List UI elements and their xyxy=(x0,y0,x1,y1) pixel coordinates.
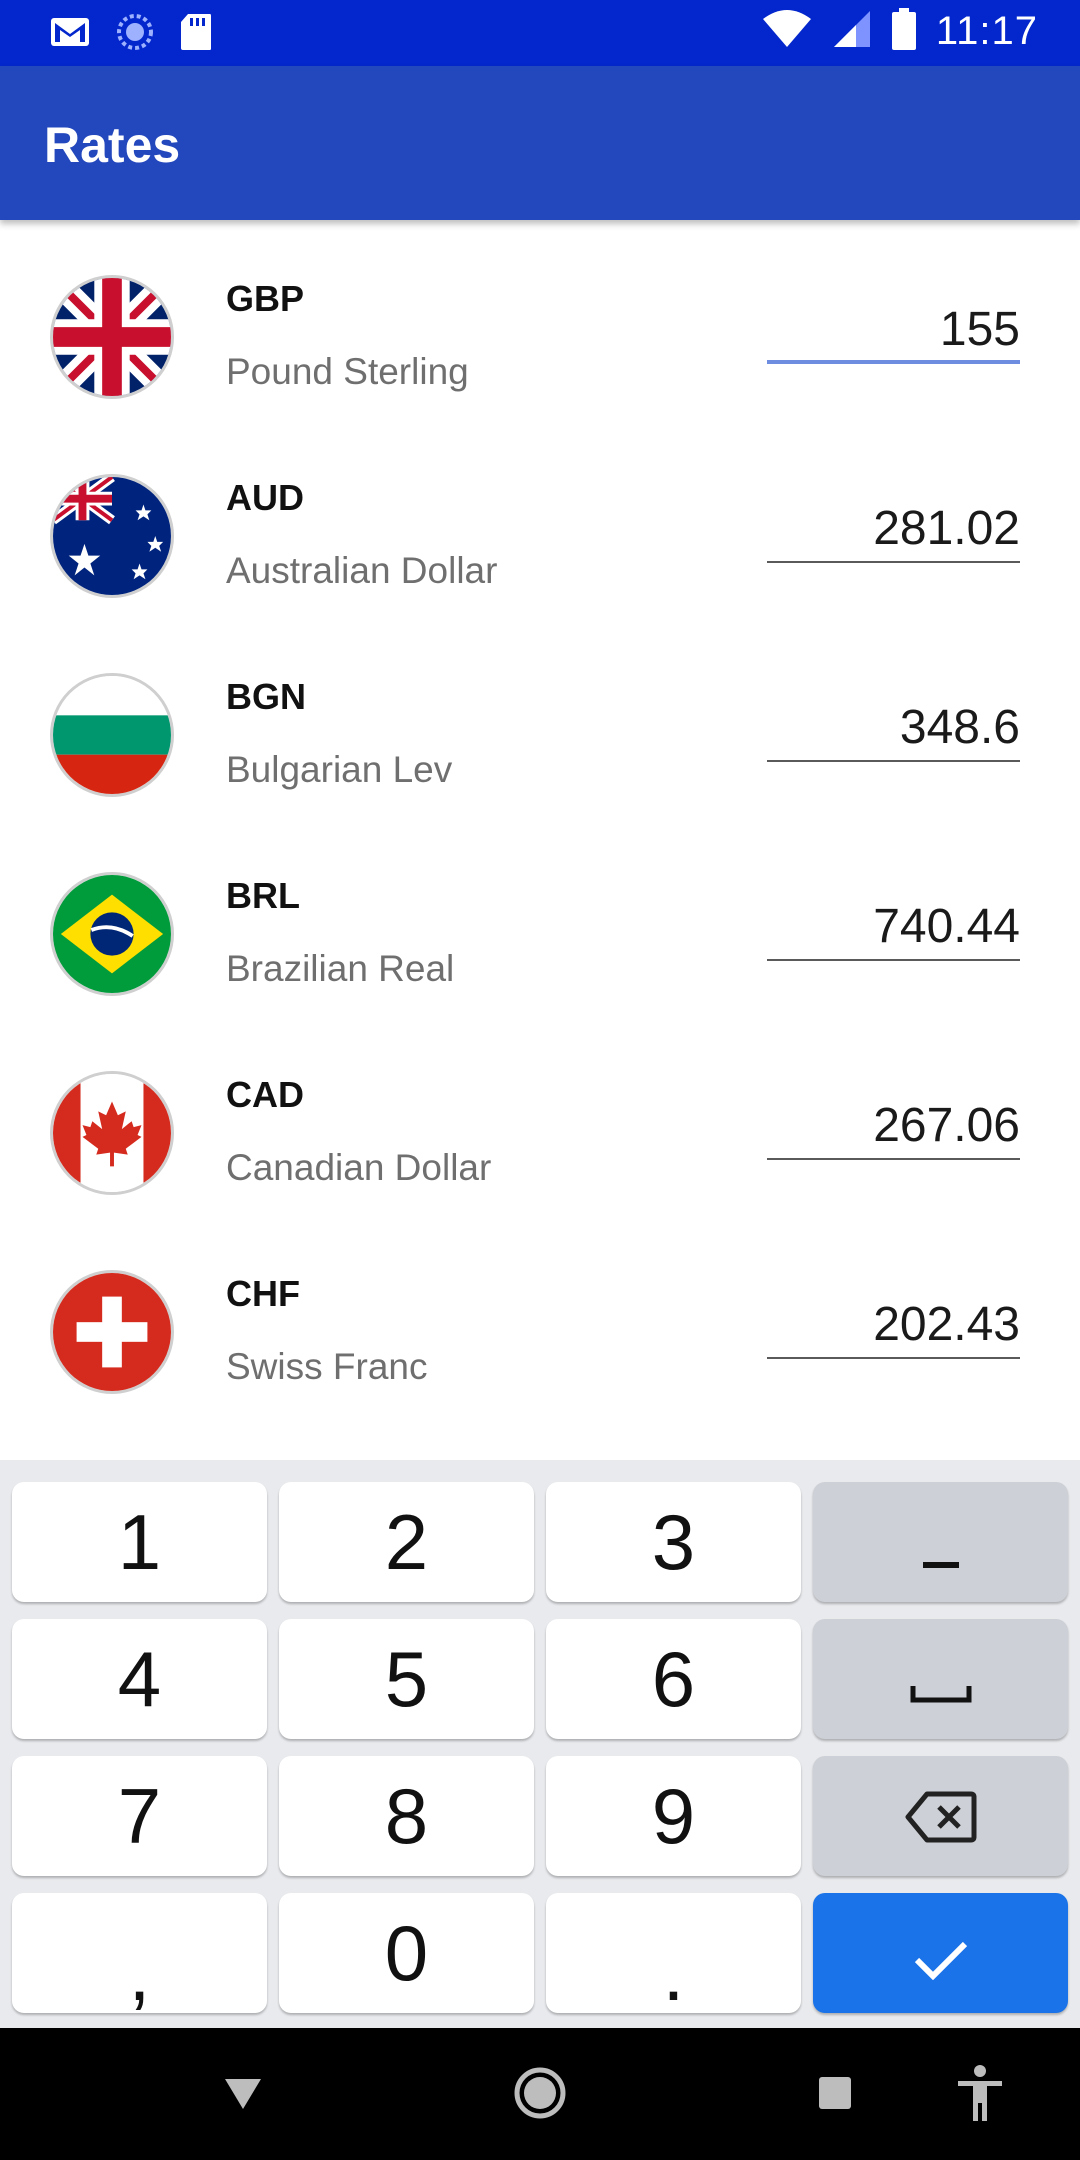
list-item[interactable]: BGN Bulgarian Lev 348.6 xyxy=(0,618,1080,817)
space-key[interactable] xyxy=(813,1619,1068,1739)
currency-name: Brazilian Real xyxy=(226,948,455,989)
comma-label: , xyxy=(128,1928,151,2017)
list-item[interactable]: BRL Brazilian Real 740.44 xyxy=(0,817,1080,1016)
list-item[interactable]: GBP Pound Sterling 155 xyxy=(0,220,1080,419)
currency-code: BRL xyxy=(226,875,300,916)
key-3[interactable]: 3 xyxy=(546,1482,801,1602)
currency-code: AUD xyxy=(226,477,304,518)
canada-flag-icon xyxy=(50,1071,174,1195)
period-label: . xyxy=(662,1928,685,2017)
checkmark-icon xyxy=(913,1908,969,1999)
currency-code: CAD xyxy=(226,1074,304,1115)
done-key[interactable] xyxy=(813,1893,1068,2013)
key-1[interactable]: 1 xyxy=(12,1482,267,1602)
home-icon[interactable] xyxy=(505,2058,575,2128)
currency-code: GBP xyxy=(226,278,305,319)
list-item[interactable]: CAD Canadian Dollar 267.06 xyxy=(0,1016,1080,1215)
list-item[interactable]: CHF Swiss Franc 202.43 xyxy=(0,1215,1080,1414)
comma-key[interactable]: , xyxy=(12,1893,267,2017)
key-9[interactable]: 9 xyxy=(546,1756,801,1876)
numeric-keyboard: 1 2 3 4 5 6 7 8 9 , 0 . xyxy=(0,1460,1080,2028)
gmail-icon xyxy=(50,17,90,52)
space-icon xyxy=(909,1634,973,1725)
australia-flag-icon xyxy=(50,474,174,598)
currency-code: CHF xyxy=(226,1273,300,1314)
accessibility-icon[interactable] xyxy=(945,2058,1015,2128)
sync-icon xyxy=(116,13,154,56)
battery-icon xyxy=(891,8,916,55)
status-bar-notifications xyxy=(50,13,212,56)
currency-name: Swiss Franc xyxy=(226,1346,428,1387)
key-0[interactable]: 0 xyxy=(279,1893,534,2013)
minus-key[interactable] xyxy=(813,1482,1068,1602)
recents-icon[interactable] xyxy=(800,2058,870,2128)
list-item[interactable]: AUD Australian Dollar 281.02 xyxy=(0,419,1080,618)
currency-name: Canadian Dollar xyxy=(226,1147,492,1188)
clock: 11:17 xyxy=(935,9,1038,53)
minus-icon xyxy=(921,1497,961,1588)
key-6[interactable]: 6 xyxy=(546,1619,801,1739)
currency-name: Australian Dollar xyxy=(226,550,498,591)
backspace-key[interactable] xyxy=(813,1756,1068,1876)
signal-icon xyxy=(832,9,872,54)
currency-name: Bulgarian Lev xyxy=(226,749,453,790)
amount-input[interactable]: 155 xyxy=(767,300,1020,364)
page-title: Rates xyxy=(44,117,181,173)
key-8[interactable]: 8 xyxy=(279,1756,534,1876)
app-bar: Rates xyxy=(0,66,1080,220)
key-2[interactable]: 2 xyxy=(279,1482,534,1602)
currency-code: BGN xyxy=(226,676,306,717)
amount-input[interactable]: 267.06 xyxy=(767,1096,1020,1160)
sd-card-icon xyxy=(180,13,212,56)
status-bar-system: 11:17 xyxy=(762,8,1038,55)
rates-list[interactable]: GBP Pound Sterling 155 AUD Australian Do… xyxy=(0,220,1080,1460)
amount-input[interactable]: 202.43 xyxy=(767,1295,1020,1359)
wifi-icon xyxy=(762,9,812,54)
key-5[interactable]: 5 xyxy=(279,1619,534,1739)
uk-flag-icon xyxy=(50,275,174,399)
brazil-flag-icon xyxy=(50,872,174,996)
bulgaria-flag-icon xyxy=(50,673,174,797)
backspace-icon xyxy=(905,1771,977,1862)
key-4[interactable]: 4 xyxy=(12,1619,267,1739)
back-icon[interactable] xyxy=(208,2058,278,2128)
key-7[interactable]: 7 xyxy=(12,1756,267,1876)
status-bar: 11:17 xyxy=(0,0,1080,66)
currency-name: Pound Sterling xyxy=(226,351,469,392)
amount-input[interactable]: 281.02 xyxy=(767,499,1020,563)
period-key[interactable]: . xyxy=(546,1893,801,2017)
amount-input[interactable]: 348.6 xyxy=(767,698,1020,762)
amount-input[interactable]: 740.44 xyxy=(767,897,1020,961)
switzerland-flag-icon xyxy=(50,1270,174,1394)
navigation-bar xyxy=(0,2028,1080,2160)
